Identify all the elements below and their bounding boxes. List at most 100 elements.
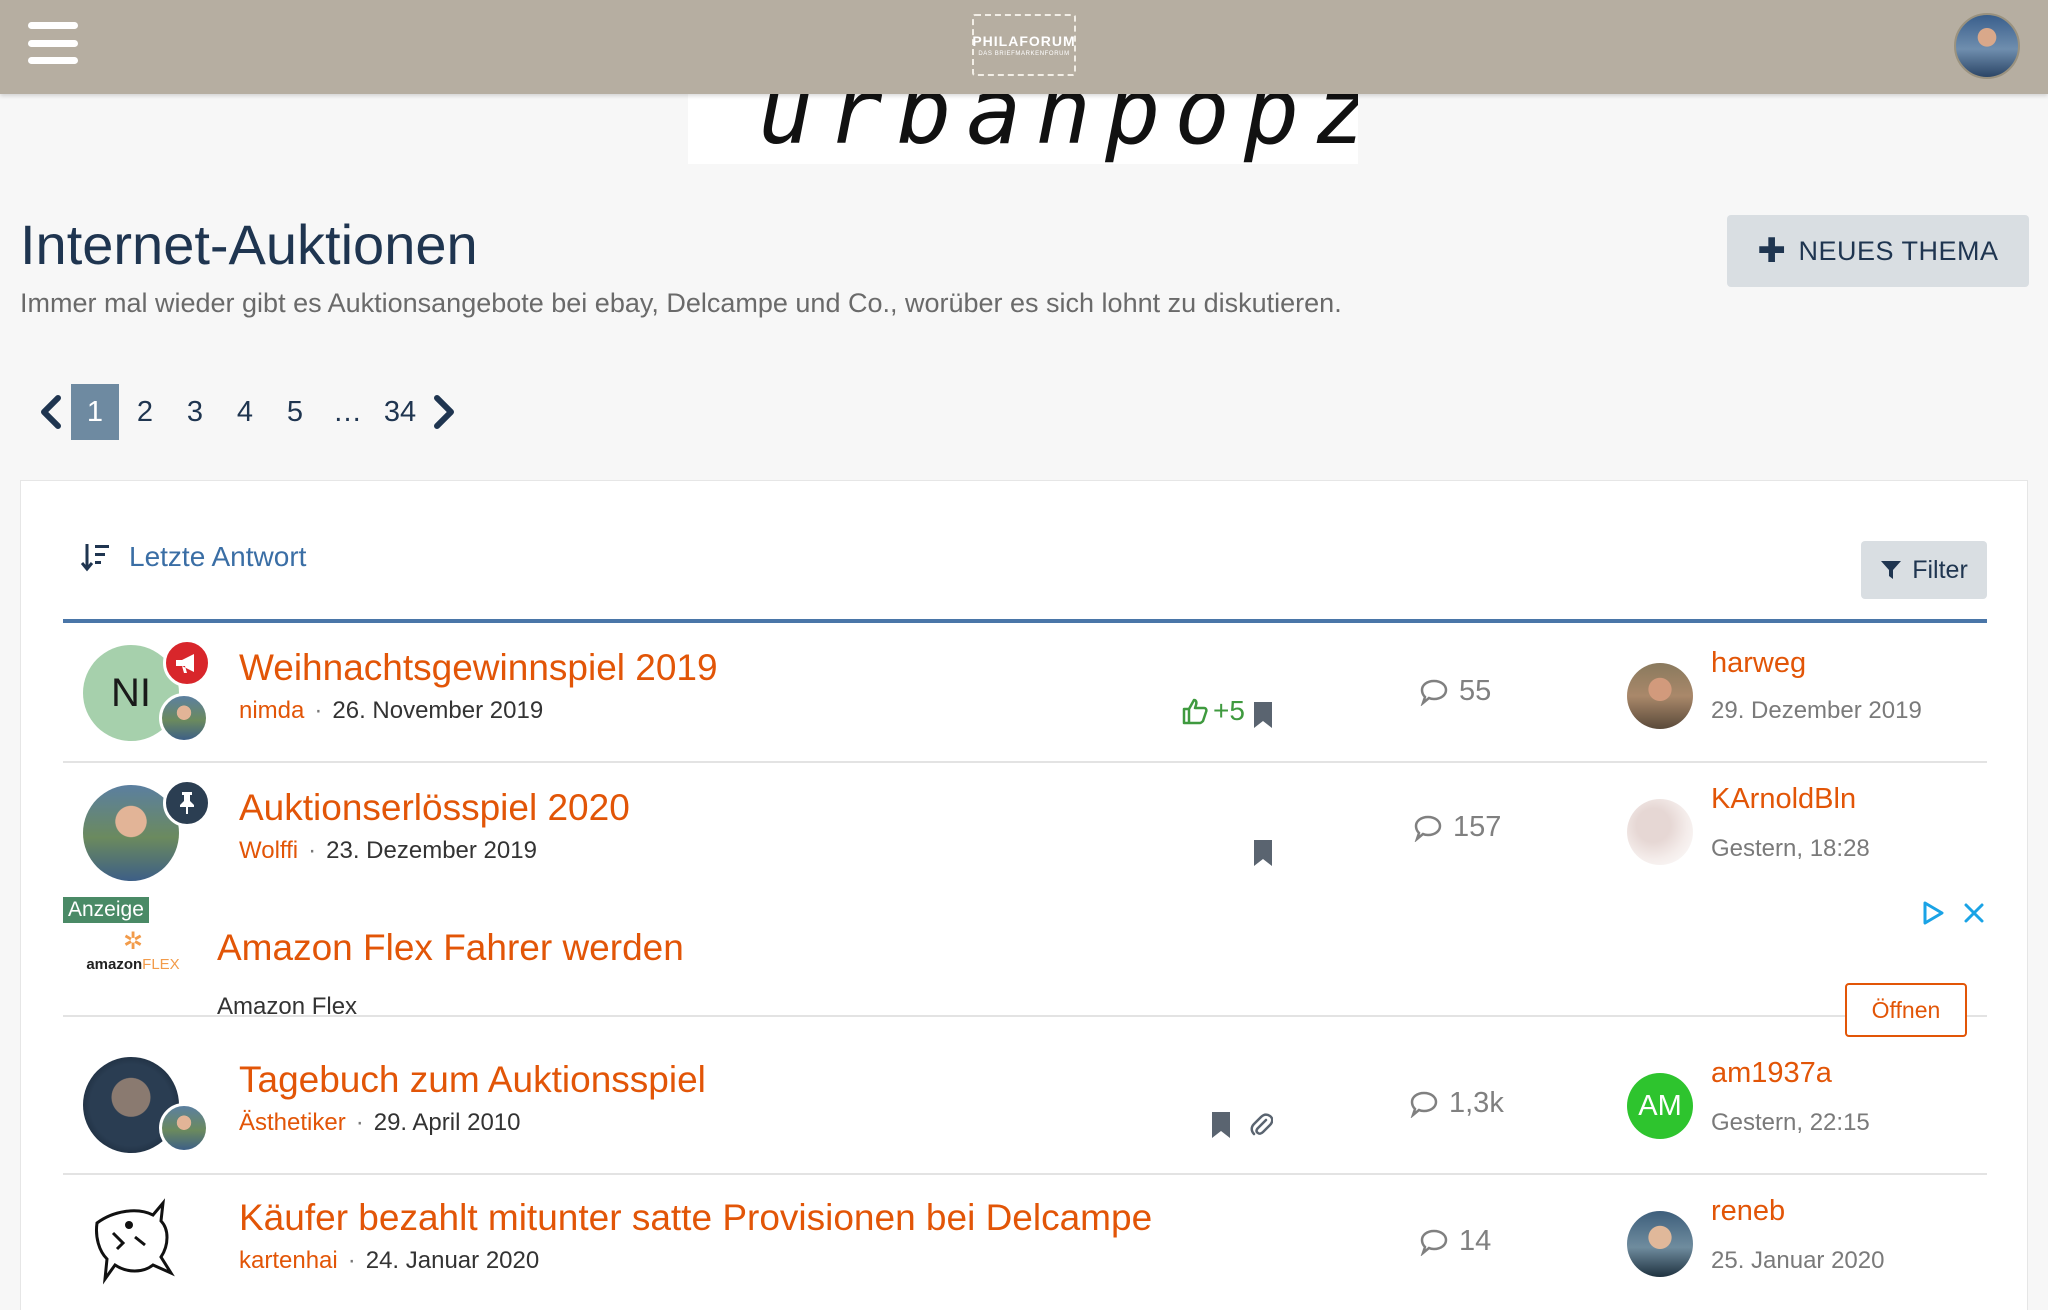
advertiser-logo-text: amazonFLEX <box>86 956 179 973</box>
page-3[interactable]: 3 <box>171 384 219 440</box>
menu-icon[interactable] <box>28 22 78 64</box>
new-thread-button[interactable]: ✚ NEUES THEMA <box>1727 215 2029 287</box>
last-poster-name[interactable]: harweg <box>1711 647 1806 680</box>
page-5[interactable]: 5 <box>271 384 319 440</box>
page-last[interactable]: 34 <box>376 384 424 440</box>
reply-count: 1,3k <box>1409 1087 1504 1120</box>
flex-logo-icon: ✲ <box>122 928 144 955</box>
last-poster-avatar[interactable] <box>1627 663 1693 729</box>
meta-separator: · <box>308 837 317 864</box>
logo-title: PHILAFORUM <box>972 33 1076 49</box>
thread-meta: Wolffi · 23. Dezember 2019 <box>239 837 537 865</box>
thread-date: 29. April 2010 <box>373 1109 521 1136</box>
announcement-badge <box>163 639 211 687</box>
comment-icon <box>1420 679 1448 706</box>
sponsored-row[interactable]: Anzeige ✲ amazonFLEX Amazon Flex Fahrer … <box>63 897 1987 1037</box>
thumbs-up-icon <box>1182 698 1208 725</box>
thread-title[interactable]: Auktionserlösspiel 2020 <box>239 787 630 829</box>
thread-title[interactable]: Weihnachtsgewinnspiel 2019 <box>239 647 718 689</box>
shark-icon <box>95 1198 175 1285</box>
attachment-icon <box>1250 1113 1273 1136</box>
prev-page-button[interactable] <box>30 384 70 440</box>
last-post-time[interactable]: 25. Januar 2020 <box>1711 1247 1884 1275</box>
logo-product: FLEX <box>142 956 180 973</box>
thread-title[interactable]: Käufer bezahlt mitunter satte Provisione… <box>239 1197 1152 1239</box>
thread-date: 23. Dezember 2019 <box>326 837 537 864</box>
sticky-badge <box>163 779 211 827</box>
thread-date: 26. November 2019 <box>332 697 544 724</box>
last-post-time[interactable]: Gestern, 18:28 <box>1711 835 1870 863</box>
chevron-left-icon <box>41 395 61 429</box>
reaction-count: +5 <box>1213 695 1245 726</box>
user-avatar[interactable] <box>1954 13 2020 79</box>
ad-advertiser: Amazon Flex <box>217 993 358 1020</box>
banner-text: urbanpopz <box>758 94 1358 164</box>
page-4[interactable]: 4 <box>221 384 269 440</box>
logo-brand: amazon <box>86 956 143 973</box>
thread-row[interactable]: Käufer bezahlt mitunter satte Provisione… <box>63 1175 1987 1310</box>
thread-row[interactable]: Tagebuch zum Auktionsspiel Ästhetiker · 29… <box>63 1037 1987 1175</box>
last-poster-mini-avatar[interactable] <box>159 1103 209 1153</box>
thread-date: 24. Januar 2020 <box>365 1247 540 1274</box>
close-icon[interactable] <box>1963 902 1985 924</box>
thread-author[interactable]: nimda <box>239 697 304 724</box>
last-poster-avatar[interactable]: AM <box>1627 1073 1693 1139</box>
meta-separator: · <box>314 697 323 724</box>
bookmark-icon[interactable] <box>1209 1111 1233 1139</box>
thread-meta: Ästhetiker · 29. April 2010 <box>239 1109 521 1137</box>
last-post-time[interactable]: 29. Dezember 2019 <box>1711 697 1922 725</box>
megaphone-icon <box>176 654 194 673</box>
logo-subtitle: DAS BRIEFMARKENFORUM <box>978 51 1070 57</box>
pagination: 1 2 3 4 5 … 34 <box>30 384 465 440</box>
author-avatar[interactable] <box>83 1193 179 1289</box>
last-poster-avatar[interactable] <box>1627 799 1693 865</box>
reply-count: 14 <box>1419 1225 1491 1258</box>
last-poster-name[interactable]: reneb <box>1711 1195 1785 1228</box>
reply-count-value: 1,3k <box>1449 1087 1504 1119</box>
last-poster-mini-avatar[interactable] <box>159 693 209 743</box>
last-post-time[interactable]: Gestern, 22:15 <box>1711 1109 1870 1137</box>
last-poster-initials: AM <box>1638 1089 1682 1122</box>
filter-label: Filter <box>1912 555 1968 584</box>
sort-label: Letzte Antwort <box>129 541 307 572</box>
adchoices-icon[interactable] <box>1921 901 1945 925</box>
bookmark-icon[interactable] <box>1251 701 1275 729</box>
chevron-right-icon <box>434 395 454 429</box>
advertiser-logo[interactable]: ✲ amazonFLEX <box>63 927 203 997</box>
last-poster-name[interactable]: KArnoldBln <box>1711 783 1856 816</box>
ad-title[interactable]: Amazon Flex Fahrer werden <box>217 927 684 969</box>
thread-author[interactable]: Wolffi <box>239 837 298 864</box>
filter-icon <box>1881 561 1902 579</box>
thread-author[interactable]: Ästhetiker <box>239 1109 346 1136</box>
sort-control[interactable]: Letzte Antwort <box>81 541 306 573</box>
avatar-initials: NI <box>111 670 151 715</box>
thread-row[interactable]: Auktionserlösspiel 2020 Wolffi · 23. Dezem… <box>63 763 1987 897</box>
forum-description: Immer mal wieder gibt es Auktionsangebot… <box>20 288 1342 318</box>
pin-icon <box>180 792 194 814</box>
meta-separator: · <box>347 1247 356 1274</box>
thread-title[interactable]: Tagebuch zum Auktionsspiel <box>239 1059 706 1101</box>
reaction-score[interactable]: +5 <box>1181 695 1245 727</box>
bookmark-icon[interactable] <box>1251 839 1275 867</box>
comment-icon <box>1414 815 1442 842</box>
last-poster-avatar[interactable] <box>1627 1211 1693 1277</box>
ad-controls <box>1921 901 1985 925</box>
meta-separator: · <box>355 1109 364 1136</box>
new-thread-label: NEUES THEMA <box>1798 235 1999 266</box>
page-title: Internet-Auktionen <box>20 213 478 276</box>
filter-button[interactable]: Filter <box>1861 541 1987 599</box>
page-ellipsis: … <box>333 395 362 428</box>
thread-author[interactable]: kartenhai <box>239 1247 338 1274</box>
ad-open-button[interactable]: Öffnen <box>1845 983 1967 1037</box>
ad-banner[interactable]: urbanpopz <box>688 94 1358 164</box>
next-page-button[interactable] <box>425 384 465 440</box>
thread-row[interactable]: NI Weihnachtsgewinnspiel 2019 nimda · 26. … <box>63 623 1987 763</box>
sort-icon <box>81 544 109 572</box>
site-logo[interactable]: PHILAFORUM DAS BRIEFMARKENFORUM <box>972 14 1076 76</box>
page-1[interactable]: 1 <box>71 384 119 440</box>
reply-count: 157 <box>1413 811 1501 844</box>
thread-list: Letzte Antwort Filter NI Weihnachtsgewin… <box>20 480 2028 1310</box>
page-2[interactable]: 2 <box>121 384 169 440</box>
reply-count-value: 157 <box>1453 811 1502 843</box>
last-poster-name[interactable]: am1937a <box>1711 1057 1832 1090</box>
